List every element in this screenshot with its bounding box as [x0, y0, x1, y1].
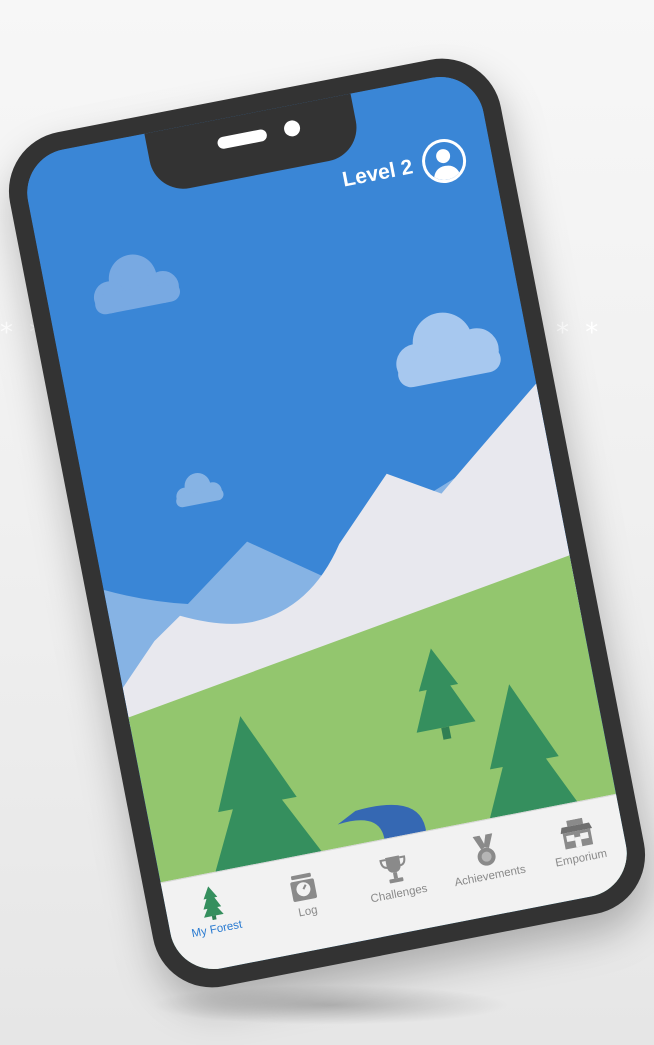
tab-challenges[interactable]: Challenges: [349, 841, 441, 908]
pine-tree-icon: [191, 881, 231, 923]
tab-label: Log: [297, 904, 319, 920]
tab-label: Challenges: [369, 882, 429, 906]
store-icon: [556, 810, 596, 852]
tab-emporium[interactable]: Emporium: [531, 805, 623, 872]
level-label: Level 2: [340, 155, 415, 192]
person-icon: [433, 149, 462, 183]
profile-avatar-button[interactable]: [418, 135, 470, 187]
phone-shadow: [150, 985, 510, 1025]
tab-log[interactable]: Log: [258, 859, 350, 926]
front-camera: [282, 119, 302, 138]
decorative-stars-right: * *: [556, 318, 603, 348]
app-screen: Level 2 My Forest Log Challenges Achieve…: [19, 69, 635, 977]
tab-achievements[interactable]: Achievements: [440, 823, 532, 890]
phone-frame: Level 2 My Forest Log Challenges Achieve…: [0, 48, 654, 998]
scale-icon: [283, 863, 323, 905]
speaker-grille: [216, 128, 268, 150]
tab-label: Achievements: [453, 863, 527, 890]
trophy-icon: [374, 846, 414, 888]
medal-icon: [465, 828, 505, 870]
tab-my-forest[interactable]: My Forest: [167, 876, 259, 943]
